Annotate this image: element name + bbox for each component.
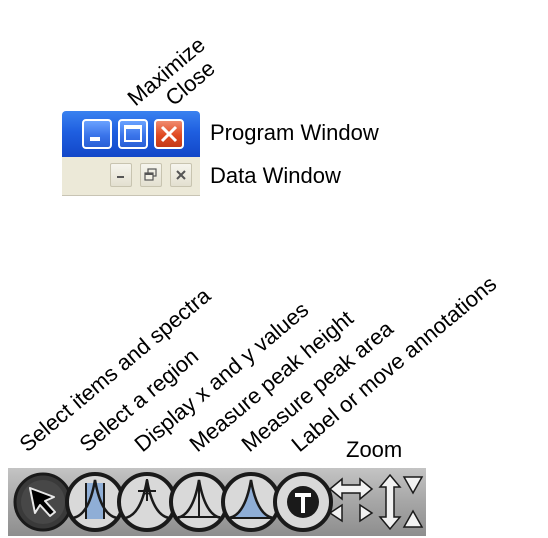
spectra-toolbar xyxy=(8,468,426,536)
data-minimize-button[interactable] xyxy=(110,163,132,187)
text-t-icon xyxy=(273,472,333,532)
zoom-vertical-button[interactable] xyxy=(376,471,426,533)
restore-icon xyxy=(144,168,157,181)
data-restore-button[interactable] xyxy=(140,163,162,187)
zoom-vertical-icon xyxy=(378,473,424,531)
data-close-button[interactable] xyxy=(170,163,192,187)
program-minimize-button[interactable] xyxy=(82,119,112,149)
label-annotations-label: Label or move annotations xyxy=(286,270,502,457)
zoom-horizontal-button[interactable] xyxy=(326,471,376,533)
zoom-horizontal-icon xyxy=(328,477,374,523)
program-close-button[interactable] xyxy=(154,119,184,149)
program-maximize-button[interactable] xyxy=(118,119,148,149)
annotation-tool-button[interactable] xyxy=(272,471,334,533)
close-icon xyxy=(176,170,186,180)
maximize-icon xyxy=(124,125,142,142)
program-window-label: Program Window xyxy=(210,120,379,145)
close-icon xyxy=(160,125,178,143)
zoom-label: Zoom xyxy=(346,437,403,462)
data-window-label: Data Window xyxy=(210,163,341,188)
data-window-control-strip xyxy=(62,157,200,196)
minimize-icon xyxy=(90,137,100,141)
minimize-icon xyxy=(117,176,124,178)
program-window-title-bar xyxy=(62,111,200,157)
